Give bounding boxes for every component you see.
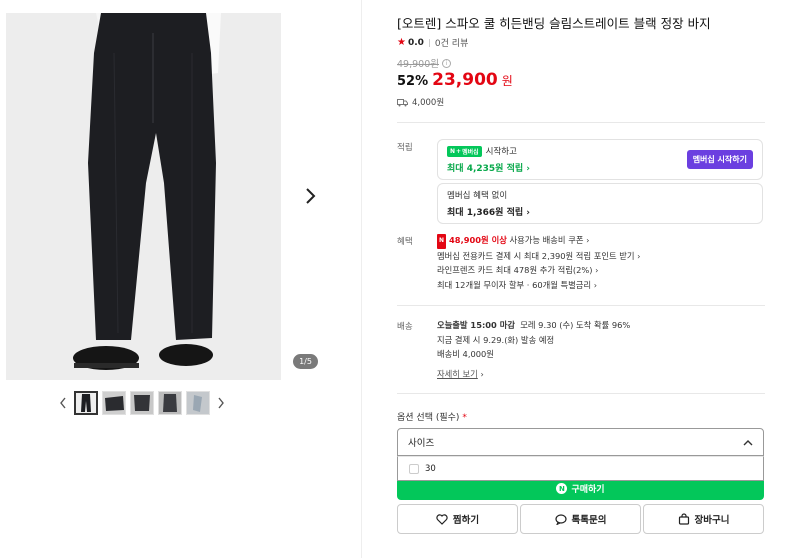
membership-start-button[interactable]: 멤버십 시작하기	[686, 150, 753, 169]
delivery-info: 오늘출발 15:00 마감 모레 9.30 (수) 도착 확률 96% 지금 결…	[437, 318, 630, 381]
cart-button[interactable]: 장바구니	[643, 504, 764, 534]
benefits-list: N 48,900원 이상 사용가능 배송비 쿠폰 › 멤버십 전용카드 결제 시 …	[437, 233, 640, 292]
chevron-left-icon	[60, 397, 66, 409]
card-point-benefit[interactable]: 멤버십 전용카드 결제 시 최대 2,390원 적립 포인트 받기 ›	[437, 249, 640, 264]
discount-rate: 52%	[397, 74, 429, 89]
size-option-30[interactable]: 30	[397, 456, 764, 481]
chevron-right-icon	[306, 188, 316, 204]
naver-pay-icon: N	[556, 483, 568, 494]
installment-benefit[interactable]: 최대 12개월 무이자 할부 · 60개월 특별금리 ›	[437, 278, 640, 293]
chevron-right-icon	[218, 397, 224, 409]
membership-start-text: 시작하고	[485, 147, 517, 157]
thumbnail-1[interactable]	[74, 391, 98, 415]
shipping-fee: 4,000원	[412, 98, 445, 108]
heart-icon	[436, 513, 448, 525]
truck-icon	[397, 98, 408, 106]
divider	[428, 38, 430, 47]
chevron-up-icon	[743, 439, 753, 445]
original-price: 49,900원	[397, 59, 439, 70]
thumbnail-4[interactable]	[158, 391, 182, 415]
product-gallery: 1/5	[0, 0, 362, 558]
naver-plus-badge: N + 멤버십	[447, 145, 482, 157]
sale-price: 23,900	[432, 70, 498, 90]
rating-row: ★ 0.0 0건 리뷰	[397, 36, 468, 49]
image-page-indicator: 1/5	[293, 354, 318, 369]
info-icon[interactable]: i	[441, 58, 451, 68]
main-product-image[interactable]	[6, 13, 281, 380]
talktalk-inquiry-button[interactable]: 톡톡문의	[520, 504, 641, 534]
shipping-fee-summary: 4,000원	[397, 96, 444, 108]
nonmember-max-reward[interactable]: 최대 1,366원 적립 ›	[447, 205, 753, 218]
section-divider	[397, 305, 765, 306]
delivery-label: 배송	[397, 322, 413, 332]
price-row: 52% 23,900 원	[397, 70, 513, 90]
thumbnail-3[interactable]	[130, 391, 154, 415]
size-option-label: 30	[425, 463, 436, 474]
size-select-value: 사이즈	[408, 438, 435, 449]
original-price-row: 49,900원 i	[397, 56, 451, 70]
thumbnail-strip	[56, 390, 228, 416]
delivery-eta: 오늘출발 15:00 마감 모레 9.30 (수) 도착 확률 96%	[437, 320, 631, 330]
thumbnail-2[interactable]	[102, 391, 126, 415]
section-divider	[397, 393, 765, 394]
section-divider	[397, 122, 765, 123]
nonmember-text: 멤버십 혜택 없이	[447, 191, 508, 201]
sale-price-unit: 원	[501, 74, 513, 88]
shopping-bag-icon	[678, 513, 689, 525]
thumbnail-prev-button[interactable]	[56, 391, 70, 415]
next-image-button[interactable]	[300, 182, 322, 210]
benefits-label: 혜택	[397, 237, 413, 247]
coupon-benefit[interactable]: N 48,900원 이상 사용가능 배송비 쿠폰 ›	[437, 233, 640, 249]
option-checkbox	[409, 463, 419, 474]
rating-score: 0.0	[407, 37, 424, 48]
action-buttons: 찜하기 톡톡문의 장바구니	[397, 504, 764, 534]
chat-bubble-icon	[554, 513, 567, 525]
reward-label: 적립	[397, 143, 413, 153]
review-count-link[interactable]: 0건 리뷰	[435, 36, 468, 49]
membership-reward-box: N + 멤버십 시작하고 최대 4,235원 적립 › 멤버십 시작하기	[437, 139, 763, 180]
product-title: [오트렌] 스파오 쿨 히든밴딩 슬림스트레이트 블랙 정장 바지	[397, 16, 711, 31]
delivery-fee: 배송비 4,000원	[437, 349, 494, 359]
delivery-dispatch: 지금 결제 시 9.29.(화) 발송 예정	[437, 334, 555, 345]
wishlist-button[interactable]: 찜하기	[397, 504, 518, 534]
naver-badge: N	[437, 234, 447, 249]
linefriends-card-benefit[interactable]: 라인프렌즈 카드 최대 478원 추가 적립(2%) ›	[437, 263, 640, 278]
star-icon: ★	[397, 37, 406, 48]
nonmember-reward-box: 멤버십 혜택 없이 최대 1,366원 적립 ›	[437, 183, 763, 224]
thumbnail-5[interactable]	[186, 391, 210, 415]
size-select[interactable]: 사이즈	[397, 428, 764, 456]
thumbnail-next-button[interactable]	[214, 391, 228, 415]
option-label: 옵션 선택 (필수) *	[397, 413, 467, 423]
delivery-details-link[interactable]: 자세히 보기 ›	[437, 367, 630, 382]
